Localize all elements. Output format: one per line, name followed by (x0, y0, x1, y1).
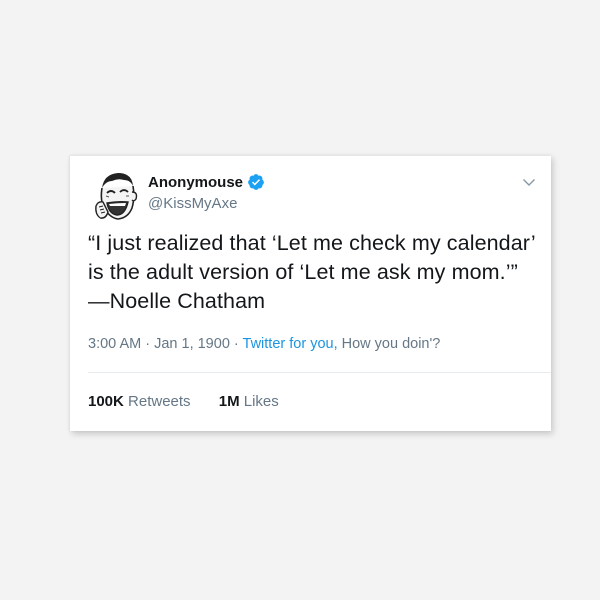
retweets-label: Retweets (128, 393, 191, 410)
divider (88, 372, 551, 373)
likes-stat[interactable]: 1M Likes (219, 393, 279, 410)
tweet-meta: 3:00 AM · Jan 1, 1900 · Twitter for you,… (88, 336, 440, 352)
canvas-print: Anonymouse @KissMyAxe “I just realized t… (0, 0, 600, 600)
tweet-card: Anonymouse @KissMyAxe “I just realized t… (70, 155, 551, 431)
tweet-text: “I just realized that ‘Let me check my c… (88, 231, 535, 313)
likes-label: Likes (243, 393, 279, 410)
meme-face-avatar-icon (88, 166, 146, 224)
author-display-name[interactable]: Anonymouse (148, 174, 243, 191)
meta-separator: · (141, 336, 155, 352)
likes-count: 1M (218, 393, 240, 410)
retweets-stat[interactable]: 100K Retweets (88, 393, 191, 410)
verified-badge-icon (248, 174, 264, 190)
author-handle[interactable]: @KissMyAxe (148, 195, 265, 212)
tweet-date[interactable]: Jan 1, 1900 (154, 336, 230, 352)
display-name-row: Anonymouse (148, 171, 265, 193)
meta-separator: · (229, 336, 243, 352)
chevron-down-icon[interactable] (521, 174, 537, 190)
tweet-time[interactable]: 3:00 AM (88, 336, 141, 352)
source-comma: , (333, 336, 342, 352)
tweet-source-link[interactable]: Twitter for you (243, 336, 334, 352)
retweets-count: 100K (88, 393, 124, 410)
author-block: Anonymouse @KissMyAxe (148, 171, 265, 212)
tweet-source-extra: How you doin'? (341, 336, 441, 352)
tweet-header: Anonymouse @KissMyAxe (88, 166, 537, 226)
tweet-stats: 100K Retweets 1M Likes (88, 393, 279, 410)
avatar[interactable] (88, 166, 146, 224)
